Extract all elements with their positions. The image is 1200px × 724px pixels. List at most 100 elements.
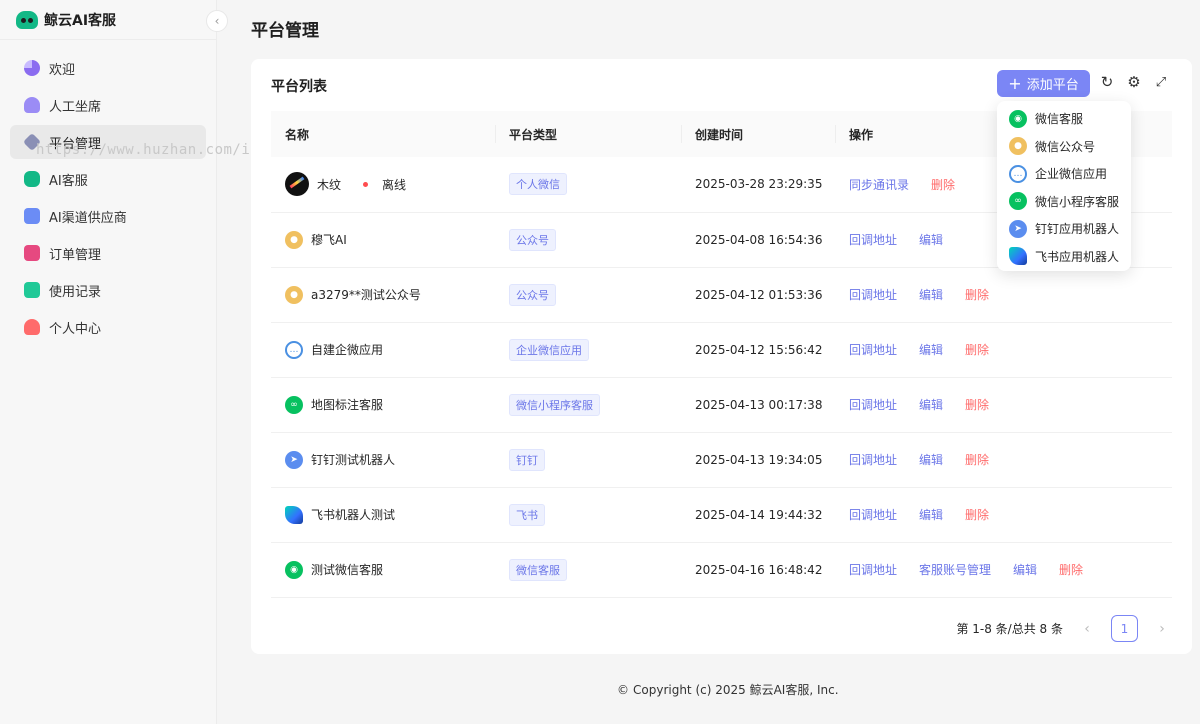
sidebar-item-ai-channel[interactable]: AI渠道供应商 — [10, 199, 206, 233]
wechat-service-icon: ◉ — [285, 560, 303, 579]
wecom-icon: … — [1009, 164, 1027, 183]
refresh-icon[interactable]: ↻ — [1098, 73, 1116, 91]
callback-url-link[interactable]: 回调地址 — [849, 453, 897, 467]
row-name: 飞书机器人测试 — [311, 508, 396, 522]
person-icon — [24, 319, 40, 335]
table-row: ● a3279**测试公众号 公众号 2025-04-12 01:53:36 回调… — [271, 267, 1172, 323]
official-account-icon: ● — [285, 285, 303, 304]
robot-logo-icon — [16, 10, 38, 29]
pagination-summary: 第 1-8 条/总共 8 条 — [956, 622, 1063, 636]
add-platform-label: 添加平台 — [1026, 78, 1079, 93]
menu-item-feishu[interactable]: 飞书应用机器人 — [997, 243, 1131, 271]
menu-item-label: 企业微信应用 — [1035, 167, 1108, 182]
edit-link[interactable]: 编辑 — [1013, 563, 1037, 577]
sidebar-item-orders[interactable]: 订单管理 — [10, 236, 206, 270]
robot-icon — [24, 171, 40, 187]
wechat-service-icon: ◉ — [1009, 109, 1027, 128]
column-header-created: 创建时间 — [681, 111, 835, 157]
type-tag: 飞书 — [509, 503, 545, 526]
row-created: 2025-03-28 23:29:35 — [681, 157, 835, 213]
delete-link[interactable]: 删除 — [1059, 563, 1083, 577]
page-number-button[interactable]: 1 — [1111, 615, 1138, 642]
user-icon — [24, 97, 40, 113]
dingtalk-icon: ➤ — [1009, 219, 1027, 238]
callback-url-link[interactable]: 回调地址 — [849, 563, 897, 577]
row-created: 2025-04-13 00:17:38 — [681, 377, 835, 433]
table-row: ➤ 钉钉测试机器人 钉钉 2025-04-13 19:34:05 回调地址 编辑 删除 — [271, 432, 1172, 488]
official-account-icon: ● — [285, 230, 303, 249]
edit-link[interactable]: 编辑 — [919, 453, 943, 467]
collapse-sidebar-button[interactable]: ‹ — [206, 10, 228, 32]
row-created: 2025-04-12 15:56:42 — [681, 322, 835, 378]
column-header-type: 平台类型 — [495, 111, 681, 157]
menu-item-label: 微信公众号 — [1035, 139, 1096, 154]
menu-item-dingtalk[interactable]: ➤ 钉钉应用机器人 — [997, 215, 1131, 243]
sidebar-item-label: 个人中心 — [49, 321, 102, 337]
next-page-icon[interactable]: › — [1152, 621, 1172, 637]
pie-chart-icon — [24, 60, 40, 76]
edit-link[interactable]: 编辑 — [919, 233, 943, 247]
settings-icon[interactable]: ⚙ — [1125, 73, 1143, 91]
table-row: ∞ 地图标注客服 微信小程序客服 2025-04-13 00:17:38 回调地址… — [271, 377, 1172, 433]
edit-link[interactable]: 编辑 — [919, 343, 943, 357]
copyright-icon: © — [617, 682, 629, 697]
delete-link[interactable]: 删除 — [965, 343, 989, 357]
row-name: 地图标注客服 — [311, 398, 384, 412]
sidebar-item-usage[interactable]: 使用记录 — [10, 273, 206, 307]
row-name: 木纹 — [317, 177, 342, 192]
plus-icon: + — [1008, 73, 1022, 93]
menu-item-label: 钉钉应用机器人 — [1035, 222, 1120, 237]
official-account-icon: ● — [1009, 137, 1027, 156]
service-account-link[interactable]: 客服账号管理 — [919, 563, 991, 577]
column-header-name: 名称 — [271, 111, 495, 157]
footer-text: Copyright (c) 2025 鲸云AI客服, Inc. — [633, 683, 839, 697]
callback-url-link[interactable]: 回调地址 — [849, 343, 897, 357]
sidebar-item-label: AI客服 — [49, 173, 88, 189]
sidebar-item-label: 欢迎 — [49, 62, 76, 78]
callback-url-link[interactable]: 回调地址 — [849, 233, 897, 247]
sidebar-item-label: 人工坐席 — [49, 99, 102, 115]
row-name: 钉钉测试机器人 — [311, 453, 396, 467]
delete-link[interactable]: 删除 — [965, 508, 989, 522]
delete-link[interactable]: 删除 — [965, 288, 989, 302]
callback-url-link[interactable]: 回调地址 — [849, 288, 897, 302]
sidebar-item-agent[interactable]: 人工坐席 — [10, 88, 206, 122]
delete-link[interactable]: 删除 — [931, 178, 955, 192]
sync-contacts-link[interactable]: 同步通讯录 — [849, 178, 909, 192]
delete-link[interactable]: 删除 — [965, 398, 989, 412]
type-tag: 微信客服 — [509, 558, 567, 581]
menu-item-wechat-service[interactable]: ◉ 微信客服 — [997, 105, 1131, 133]
table-row: ◉ 测试微信客服 微信客服 2025-04-16 16:48:42 回调地址 客服账… — [271, 542, 1172, 598]
type-tag: 钉钉 — [509, 448, 545, 471]
callback-url-link[interactable]: 回调地址 — [849, 398, 897, 412]
type-tag: 个人微信 — [509, 173, 567, 196]
menu-item-wecom[interactable]: … 企业微信应用 — [997, 160, 1131, 188]
menu-item-label: 飞书应用机器人 — [1035, 249, 1120, 264]
brand-name: 鲸云AI客服 — [44, 12, 117, 29]
menu-item-mini-program[interactable]: ∞ 微信小程序客服 — [997, 188, 1131, 216]
pagination: 第 1-8 条/总共 8 条 ‹ 1 › — [956, 615, 1172, 642]
sidebar-item-welcome[interactable]: 欢迎 — [10, 51, 206, 85]
delete-link[interactable]: 删除 — [965, 453, 989, 467]
page-title: 平台管理 — [251, 21, 319, 41]
avatar — [285, 172, 309, 197]
row-created: 2025-04-13 19:34:05 — [681, 432, 835, 488]
dingtalk-icon: ➤ — [285, 450, 303, 469]
edit-link[interactable]: 编辑 — [919, 288, 943, 302]
menu-item-official-account[interactable]: ● 微信公众号 — [997, 133, 1131, 161]
prev-page-icon[interactable]: ‹ — [1077, 621, 1097, 637]
row-name: 测试微信客服 — [311, 563, 384, 577]
brand[interactable]: 鲸云AI客服 — [0, 0, 216, 40]
sidebar-item-profile[interactable]: 个人中心 — [10, 310, 206, 344]
sidebar-item-ai-service[interactable]: AI客服 — [10, 162, 206, 196]
type-tag: 微信小程序客服 — [509, 393, 600, 416]
edit-link[interactable]: 编辑 — [919, 398, 943, 412]
row-created: 2025-04-14 19:44:32 — [681, 487, 835, 543]
add-platform-button[interactable]: + 添加平台 — [997, 70, 1090, 97]
fullscreen-icon[interactable]: ⤢ — [1152, 73, 1170, 91]
mini-program-icon: ∞ — [285, 395, 303, 414]
edit-link[interactable]: 编辑 — [919, 508, 943, 522]
callback-url-link[interactable]: 回调地址 — [849, 508, 897, 522]
type-tag: 公众号 — [509, 228, 556, 251]
add-platform-dropdown: ◉ 微信客服 ● 微信公众号 … 企业微信应用 ∞ 微信小程序客服 ➤ 钉钉应用机器人 飞… — [997, 101, 1131, 271]
